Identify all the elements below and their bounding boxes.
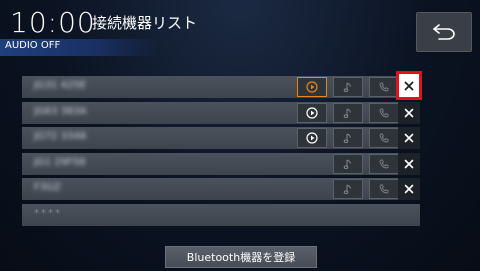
music-button[interactable] (333, 153, 363, 174)
device-row[interactable]: JG63 383A (22, 101, 420, 124)
device-row[interactable]: JG31 425E (22, 71, 422, 100)
device-list: JG31 425E JG63 383A JG72 3348 JG1 29F58 … (22, 71, 422, 229)
remove-device-button[interactable] (396, 71, 422, 100)
phone-button[interactable] (369, 77, 399, 97)
return-arrow-icon (433, 24, 455, 40)
music-note-icon (343, 82, 351, 92)
play-circle-icon (306, 81, 318, 93)
phone-button[interactable] (369, 128, 399, 148)
phone-icon (379, 133, 389, 143)
close-x-icon (404, 108, 414, 117)
audio-button[interactable] (297, 77, 327, 97)
audio-button[interactable] (297, 128, 327, 148)
phone-icon (379, 82, 389, 92)
back-button[interactable] (416, 12, 472, 52)
close-x-icon (404, 133, 414, 143)
device-name: JG72 3348 (34, 131, 87, 142)
phone-icon (379, 184, 389, 194)
music-note-icon (343, 159, 351, 169)
audio-button[interactable] (297, 102, 327, 123)
music-note-icon (343, 108, 351, 118)
remove-device-button[interactable] (398, 152, 420, 175)
close-x-icon (404, 159, 414, 168)
play-circle-icon (306, 106, 318, 119)
remove-device-button[interactable] (398, 178, 420, 200)
play-circle-icon (306, 132, 318, 144)
device-row[interactable]: JG1 29F58 (22, 152, 420, 175)
device-name: JG63 383A (34, 105, 87, 117)
empty-device-slot: **** (22, 203, 420, 226)
remove-device-button[interactable] (398, 127, 420, 149)
device-row[interactable]: JG72 3348 (22, 127, 420, 149)
music-button[interactable] (333, 128, 363, 148)
device-name: JG31 425E (34, 80, 87, 91)
music-note-icon (343, 133, 351, 143)
music-button[interactable] (333, 102, 363, 123)
close-x-icon (404, 184, 414, 194)
register-bluetooth-label: Bluetooth機器を登録 (186, 251, 296, 264)
music-button[interactable] (333, 179, 363, 199)
close-x-icon (404, 81, 414, 90)
device-row[interactable]: F3GZ (22, 178, 420, 200)
phone-icon (379, 159, 389, 168)
phone-button[interactable] (369, 102, 399, 123)
empty-slot-label: **** (34, 207, 62, 219)
audio-status-label: AUDIO OFF (5, 40, 61, 51)
clock: 10:00 (10, 6, 96, 39)
music-note-icon (343, 184, 351, 194)
remove-device-button[interactable] (398, 101, 420, 124)
phone-button[interactable] (369, 153, 399, 174)
device-name: F3GZ (34, 182, 61, 193)
phone-icon (379, 108, 389, 117)
phone-button[interactable] (369, 179, 399, 199)
register-bluetooth-button[interactable]: Bluetooth機器を登録 (165, 246, 317, 268)
device-name: JG1 29F58 (34, 156, 86, 168)
music-button[interactable] (333, 77, 363, 97)
audio-status-bar: AUDIO OFF (0, 39, 160, 56)
page-title: 接続機器リスト (92, 14, 198, 32)
